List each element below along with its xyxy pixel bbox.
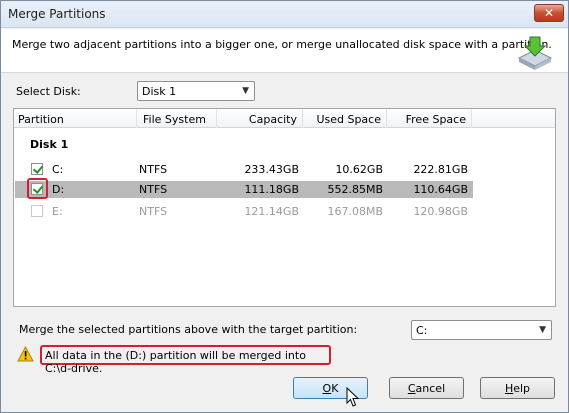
chevron-down-icon: ▼	[242, 86, 249, 96]
partition-cell: D:	[52, 183, 65, 196]
title-bar: Merge Partitions ✕	[1, 1, 568, 28]
merge-partition-icon	[517, 36, 553, 70]
target-partition-value: C:	[416, 324, 428, 337]
capacity-cell: 121.14GB	[244, 205, 299, 218]
checkbox-highlight-box	[27, 178, 48, 199]
free-space-cell: 110.64GB	[413, 183, 468, 196]
merge-warning-text: All data in the (D:) partition will be m…	[45, 349, 306, 375]
free-space-cell: 222.81GB	[413, 163, 468, 176]
disk-select[interactable]: Disk 1 ▼	[137, 81, 255, 101]
partition-list[interactable]: Partition File System Capacity Used Spac…	[13, 108, 556, 307]
select-disk-label: Select Disk:	[16, 85, 81, 98]
capacity-cell: 111.18GB	[244, 183, 299, 196]
used-space-cell: 167.08MB	[327, 205, 383, 218]
merge-warning: All data in the (D:) partition will be m…	[40, 345, 331, 375]
capacity-cell: 233.43GB	[244, 163, 299, 176]
table-row: E: NTFS 121.14GB 167.08MB 120.98GB	[15, 203, 473, 220]
partition-cell: E:	[52, 205, 63, 218]
used-space-cell: 552.85MB	[327, 183, 383, 196]
column-free-space[interactable]: Free Space	[387, 109, 472, 128]
column-capacity[interactable]: Capacity	[217, 109, 303, 128]
table-row[interactable]: C: NTFS 233.43GB 10.62GB 222.81GB	[15, 161, 473, 178]
column-partition[interactable]: Partition	[14, 109, 137, 128]
target-partition-select[interactable]: C: ▼	[411, 320, 552, 340]
cancel-button[interactable]: Cancel	[389, 377, 464, 399]
dialog-description: Merge two adjacent partitions into a big…	[12, 38, 552, 51]
disk-group-label: Disk 1	[30, 138, 69, 151]
header-panel: Merge two adjacent partitions into a big…	[1, 29, 568, 73]
file-system-cell: NTFS	[139, 163, 168, 176]
merge-partitions-dialog: Merge Partitions ✕ Merge two adjacent pa…	[0, 0, 569, 413]
close-icon: ✕	[543, 6, 555, 20]
window-title: Merge Partitions	[8, 7, 106, 21]
disk-select-value: Disk 1	[142, 85, 177, 98]
dialog-body: Select Disk: Disk 1 ▼ Partition File Sys…	[1, 74, 568, 412]
warning-icon	[17, 346, 34, 362]
table-row[interactable]: D: NTFS 111.18GB 552.85MB 110.64GB	[15, 178, 473, 199]
free-space-cell: 120.98GB	[413, 205, 468, 218]
partition-checkbox[interactable]	[31, 163, 43, 175]
chevron-down-icon: ▼	[539, 325, 546, 335]
partition-cell: C:	[52, 163, 64, 176]
file-system-cell: NTFS	[139, 183, 168, 196]
column-header: Partition File System Capacity Used Spac…	[14, 109, 555, 128]
help-button[interactable]: Help	[480, 377, 555, 399]
target-partition-label: Merge the selected partitions above with…	[19, 323, 358, 336]
file-system-cell: NTFS	[139, 205, 168, 218]
column-file-system[interactable]: File System	[137, 109, 217, 128]
column-used-space[interactable]: Used Space	[303, 109, 387, 128]
close-button[interactable]: ✕	[534, 4, 564, 22]
used-space-cell: 10.62GB	[335, 163, 383, 176]
mouse-cursor-icon	[346, 387, 360, 407]
partition-checkbox	[31, 205, 43, 217]
